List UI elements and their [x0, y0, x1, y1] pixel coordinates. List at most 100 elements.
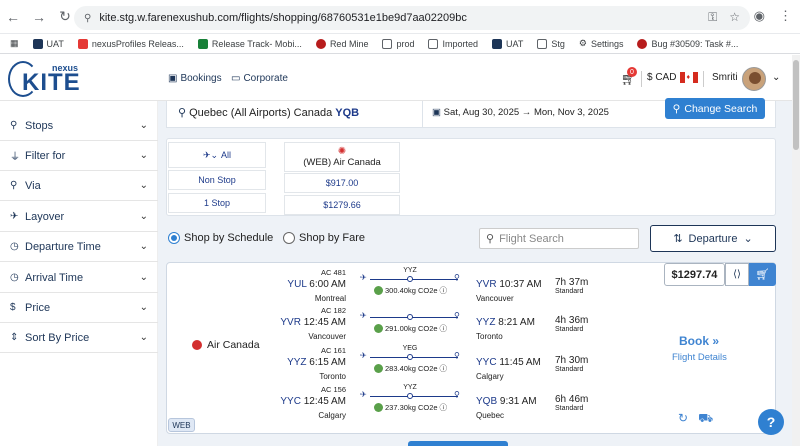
filter-price[interactable]: $ Price ⌄ — [0, 293, 158, 323]
book-button[interactable]: Book » — [679, 334, 719, 348]
avatar[interactable] — [742, 67, 766, 91]
leaf-icon — [374, 403, 383, 412]
key-icon[interactable]: ⚿ — [708, 10, 717, 25]
bookings-link[interactable]: ▣ Bookings — [168, 73, 222, 84]
user-menu-chevron-icon[interactable]: ⌄ — [772, 72, 780, 83]
stop-dot-icon — [407, 354, 413, 360]
bookmark-3[interactable]: Red Mine — [315, 38, 368, 49]
arrival-city: Calgary — [476, 372, 504, 381]
filter-for[interactable]: ⏚ Filter for ⌄ — [0, 141, 158, 171]
web-badge: WEB — [168, 418, 195, 432]
bookmark-6[interactable]: UAT — [492, 38, 523, 49]
add-to-cart-icon[interactable]: 🛒︎ — [749, 263, 776, 286]
kite-logo[interactable]: nexus KITE — [8, 61, 80, 97]
filter-sort-by-price[interactable]: ⇕ Sort By Price ⌄ — [0, 323, 158, 353]
refresh-icon[interactable]: ↻ — [678, 411, 688, 427]
flight-details-link[interactable]: Flight Details — [672, 352, 727, 363]
chevron-down-icon: ⌄ — [139, 211, 148, 222]
flight-search-field[interactable]: ⚲ — [479, 228, 639, 249]
leaf-icon — [374, 286, 383, 295]
bookmark-4[interactable]: prod — [382, 38, 414, 49]
baggage-icon[interactable]: ⛟ — [698, 411, 713, 427]
filter-stops[interactable]: ⚲ Stops ⌄ — [0, 111, 158, 141]
address-bar[interactable]: ⚲ kite.stg.w.farenexushub.com/flights/sh… — [74, 6, 750, 30]
search-icon: ⚲ — [672, 102, 681, 115]
bookmarks-bar: ▦ UAT nexusProfiles Releas... Release Tr… — [0, 34, 800, 54]
matrix-non-stop-price[interactable]: $917.00 — [284, 173, 400, 193]
pin-icon: ⚲ — [178, 107, 187, 119]
arrival-city: Toronto — [476, 332, 503, 341]
via-airport: YYZ — [403, 384, 417, 391]
co2-emissions: 283.40kg CO2e ⓘ — [374, 363, 447, 374]
sort-departure-dropdown[interactable]: ⇅ Departure ⌄ — [650, 225, 776, 252]
arrival-time: YYC 11:45 AM — [476, 357, 541, 368]
filter-layover[interactable]: ✈ Layover ⌄ — [0, 202, 158, 232]
matrix-all-button[interactable]: ✈⌄ All — [168, 142, 266, 168]
flight-number: AC 156 — [320, 385, 346, 394]
filter-arrival-time[interactable]: ◷ Arrival Time ⌄ — [0, 263, 158, 293]
filter-via[interactable]: ⚲ Via ⌄ — [0, 171, 158, 201]
filter-departure-time[interactable]: ◷ Departure Time ⌄ — [0, 232, 158, 262]
leaf-icon — [374, 364, 383, 373]
profile-icon[interactable]: ◉ — [754, 8, 765, 24]
matrix-airline-header[interactable]: ✺ (WEB) Air Canada — [284, 142, 400, 172]
calendar-icon: ▣ — [432, 107, 441, 118]
bookmark-8[interactable]: ⚙ Settings — [579, 38, 624, 49]
bookmark-7[interactable]: Stg — [537, 38, 565, 49]
plane-landing-icon: ✈ — [10, 211, 19, 222]
co2-emissions: 300.40kg CO2e ⓘ — [374, 285, 447, 296]
departure-time: YUL 6:00 AM — [287, 279, 346, 290]
apps-icon[interactable]: ▦ — [10, 38, 19, 49]
bookmark-1[interactable]: nexusProfiles Releas... — [77, 38, 184, 49]
bookmark-0[interactable]: UAT — [32, 38, 64, 49]
clock-icon: ◷ — [10, 241, 19, 252]
user-name[interactable]: Smriti — [712, 72, 738, 83]
currency-selector[interactable]: $ CAD ♦ — [647, 72, 699, 83]
info-icon: ⓘ — [439, 286, 448, 295]
duration: 7h 30m — [555, 355, 589, 366]
airline-name: Air Canada — [192, 339, 260, 351]
forward-icon[interactable]: → — [26, 4, 52, 30]
cart-count-badge: 0 — [627, 67, 637, 77]
settings-gear-icon: ⚙ — [578, 38, 587, 48]
corporate-link[interactable]: ▭ Corporate — [231, 73, 288, 84]
info-icon: ⓘ — [439, 364, 448, 373]
bottom-tab[interactable] — [408, 441, 508, 446]
destination-pin-icon: ⚲ — [454, 390, 460, 399]
flight-search-input[interactable] — [499, 232, 630, 245]
departure-time: YVR 12:45 AM — [280, 317, 346, 328]
back-icon[interactable]: ← — [0, 4, 26, 30]
matrix-one-stop-label[interactable]: 1 Stop — [168, 193, 266, 213]
matrix-non-stop-label[interactable]: Non Stop — [168, 170, 266, 190]
bookmark-5[interactable]: Imported — [428, 38, 478, 49]
plane-icon: ✈ — [360, 390, 367, 399]
scrollbar-thumb[interactable] — [793, 60, 799, 150]
location-icon: ⚲ — [10, 180, 18, 191]
via-airport: YEG — [402, 345, 418, 352]
chevron-down-icon: ⌄ — [139, 332, 148, 343]
plane-icon: ✈ — [360, 311, 367, 320]
departure-time: YYZ 6:15 AM — [287, 357, 346, 368]
destination-pin-icon: ⚲ — [454, 311, 460, 320]
shop-by-schedule-radio[interactable]: Shop by Schedule — [168, 232, 273, 244]
change-search-button[interactable]: ⚲ Change Search — [665, 98, 765, 119]
browser-toolbar: ← → ↻ ⚲ kite.stg.w.farenexushub.com/flig… — [0, 0, 800, 34]
site-info-icon[interactable]: ⚲ — [84, 13, 91, 24]
menu-icon[interactable]: ⋮ — [779, 8, 792, 24]
star-icon[interactable]: ☆ — [729, 10, 740, 25]
date-summary: ▣ Sat, Aug 30, 2025 → Mon, Nov 3, 2025 — [432, 107, 609, 118]
bookmark-9[interactable]: Bug #30509: Task #... — [637, 38, 738, 49]
bookmark-2[interactable]: Release Track- Mobi... — [197, 38, 302, 49]
plane-icon: ✈⌄ — [202, 149, 219, 160]
matrix-one-stop-price[interactable]: $1279.66 — [284, 195, 400, 215]
share-icon[interactable]: ⟨⟩ — [725, 263, 749, 286]
canada-flag-icon: ♦ — [680, 72, 699, 83]
shop-by-fare-radio[interactable]: Shop by Fare — [283, 232, 365, 244]
stop-dot-icon — [407, 393, 413, 399]
departure-city: Montreal — [314, 294, 346, 303]
fare-price: $1297.74 — [664, 263, 725, 286]
fare-class: Standard — [555, 366, 584, 373]
arrival-time: YVR 10:37 AM — [476, 279, 542, 290]
chevron-down-icon: ⌄ — [139, 150, 148, 161]
help-button[interactable]: ? — [758, 409, 784, 435]
